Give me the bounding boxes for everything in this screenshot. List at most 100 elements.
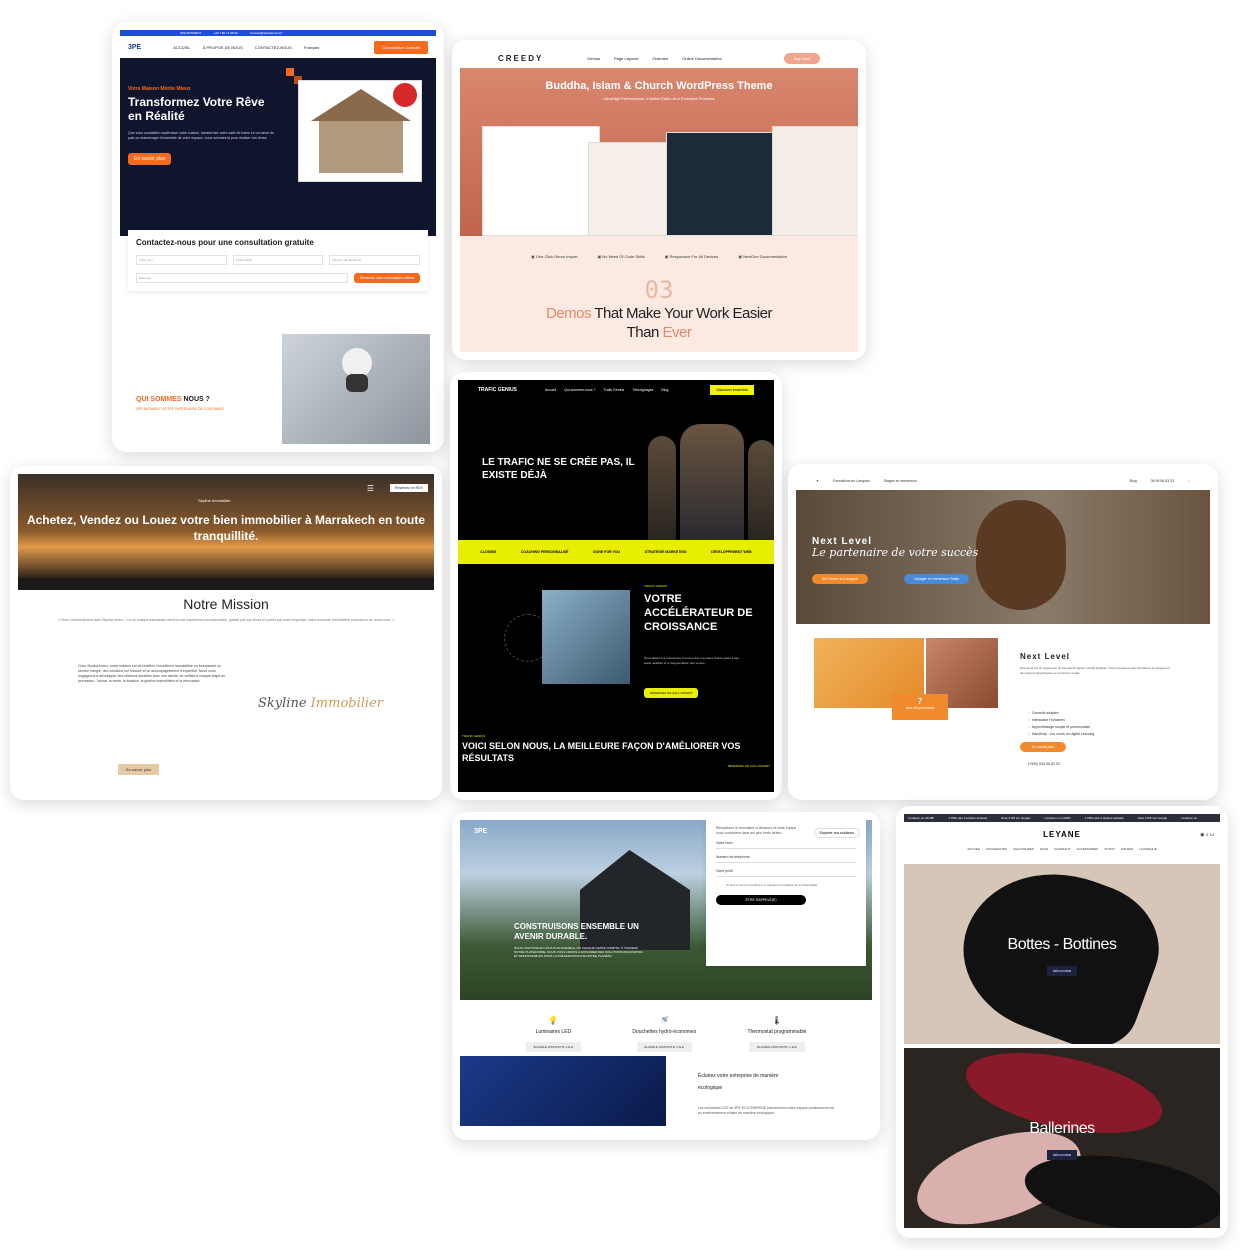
discover-button[interactable]: DÉCOUVRIR (1046, 1150, 1078, 1160)
shop-header: LEYANE ◉ ⌕ ⊔ ACCUEIL NOUVEAUTÉS CHAUSSUR… (904, 822, 1220, 864)
hero-text: NOUS CROYONS EN UN FUTUR DURABLE, OÙ CHA… (514, 946, 643, 958)
about-title-rest: NOUS ? (183, 396, 210, 403)
menu-icon[interactable]: ☰ (367, 484, 374, 493)
discuss-button[interactable]: Discutons ensemble (710, 385, 754, 395)
search-icon[interactable]: ⌕ (1206, 832, 1209, 838)
nav-item-testimonials[interactable]: Témoignages (632, 388, 653, 392)
callback-button[interactable]: ÊTRE RAPPELÉ(E) (716, 895, 806, 905)
main-nav: ✦ Formations en Langues Stages en Immers… (796, 472, 1210, 490)
about-title: QUI SOMMES NOUS ? (136, 396, 224, 403)
next-level-card[interactable]: ✦ Formations en Langues Stages en Immers… (788, 464, 1218, 800)
boots-banner[interactable]: Bottes - Bottines DÉCOUVRIR (904, 864, 1220, 1044)
nav-item-languages[interactable]: Formations en Langues (833, 479, 870, 483)
phone-number[interactable]: (+590) 690 56 83 33 (1028, 762, 1060, 766)
creedy-theme-card[interactable]: CREEDY Demos Page Layouts Features Onlin… (452, 40, 866, 360)
lamp-photo (460, 1056, 666, 1126)
nav-item-about[interactable]: À PROPOS DE NOUS (203, 45, 243, 50)
ticker-item: 1 Offre dès 3 articles achetés (948, 816, 988, 820)
nav-item-about[interactable]: Qui sommes-nous ? (564, 388, 595, 392)
feature-item: One Click Demo Import (531, 254, 578, 259)
creedy-screen: CREEDY Demos Page Layouts Features Onlin… (460, 48, 858, 352)
eligibility-button[interactable]: ÉLIGIBLE DISPOSITIF C.E.E (525, 1042, 582, 1052)
language-select[interactable]: Français (304, 45, 319, 50)
logo[interactable]: LEYANE (904, 822, 1220, 839)
menu-item[interactable]: OUTFIT (1104, 847, 1115, 851)
about-subtitle: 3PE BATIMENT VOTRE PARTENAIRE DE CONFIAN… (136, 407, 225, 411)
nav-item-blog[interactable]: Blog (661, 388, 668, 392)
menu-item[interactable]: SACS (1040, 847, 1048, 851)
nav-item-features[interactable]: Features (652, 56, 668, 61)
logo[interactable]: TRAFIC GENIUS (478, 387, 517, 393)
logo[interactable]: CREEDY (498, 54, 543, 63)
profile-select[interactable]: Votre profil (716, 863, 856, 877)
logo[interactable]: 3PE (128, 44, 141, 51)
discover-button[interactable]: DÉCOUVRIR (1046, 966, 1078, 976)
read-more-button[interactable]: En savoir plus (118, 764, 160, 775)
consultation-button[interactable]: Consultation Gratuite (374, 40, 428, 54)
about-section: QUI SOMMES NOUS ? 3PE BATIMENT VOTRE PAR… (136, 396, 224, 411)
nav-phone[interactable]: 06 95 56 83 33 (1151, 479, 1174, 483)
submit-button[interactable]: Réservez votre consultation offerte (353, 273, 420, 283)
demos-text: That Make Your Work Easier (594, 305, 773, 322)
buy-now-button[interactable]: Buy Now (783, 52, 820, 64)
name-field[interactable]: Votre nom (136, 255, 227, 265)
logo[interactable]: 3PE (474, 828, 487, 835)
nav-item-immersion[interactable]: Stages en Immersion (884, 479, 917, 483)
menu-item[interactable]: SOLDES (1121, 847, 1133, 851)
phone-field[interactable]: Numéro de téléphone (329, 255, 421, 265)
menu-item[interactable]: ACCESSOIRES (1077, 847, 1099, 851)
learn-more-button[interactable]: En savoir plus (128, 153, 172, 165)
section-title-line: Éclairez votre entreprise de manière (698, 1073, 779, 1079)
explore-button[interactable]: Explorer nos solutions (813, 828, 860, 838)
menu-item[interactable]: LA MARQUE (1139, 847, 1157, 851)
footer-cta[interactable]: RÉSERVEZ UN CALL OFFERT (462, 764, 770, 768)
feature-item: Responsive For All Devices (665, 254, 719, 259)
skyline-immo-card[interactable]: Skyline Immobilier ☰ Réservez en RDV Ach… (10, 466, 442, 800)
menu-item[interactable]: NOUVEAUTÉS (986, 847, 1007, 851)
demo-mockup (588, 142, 678, 236)
renovation-site-card[interactable]: 3PE BATIMENT +33 7 80 71 55 90 Contact@3… (112, 22, 444, 452)
menu-item[interactable]: ACCUEIL (967, 847, 980, 851)
services-band: CLOSING COACHING PERSONNALISÉ DONE FOR Y… (458, 540, 774, 564)
list-item: Apprentissage souple et personnalisé (1028, 724, 1094, 731)
leyane-shop-card[interactable]: Livraison en 24/48h 1 Offre dès 3 articl… (896, 806, 1228, 1238)
nav-item-layouts[interactable]: Page Layouts (614, 56, 638, 61)
company-name: 3PE BATIMENT (180, 31, 202, 35)
nav-item-home[interactable]: Accueil (545, 388, 556, 392)
phone-field[interactable]: Numéro de telephone (716, 849, 856, 863)
nav-item-genius[interactable]: Trafic Genius (604, 388, 625, 392)
guarantee-badge (393, 83, 417, 107)
section-text: Les luminaires LED de 3PE ECO ÉNERGIE tr… (698, 1106, 835, 1115)
book-call-button[interactable]: RÉSERVEZ UN CALL OFFERT (644, 688, 699, 698)
nav-item-contact[interactable]: CONTACTEZ-NOUS (255, 45, 292, 50)
logo-icon[interactable]: ✦ (816, 479, 819, 483)
message-field[interactable]: Message (136, 273, 348, 283)
main-nav: 3PE ACCUEIL À PROPOS DE NOUS CONTACTEZ-N… (120, 36, 436, 58)
immersion-button[interactable]: Voyager en Immersion Totale (904, 574, 970, 584)
trafic-genius-card[interactable]: TRAFIC GENIUS Accueil Qui sommes-nous ? … (450, 372, 782, 800)
user-icon[interactable]: ◉ (1200, 832, 1204, 838)
postal-field[interactable]: Code postal (232, 255, 324, 265)
eco-energie-card[interactable]: 3PE CONSTRUISONS ENSEMBLE UN AVENIR DURA… (452, 812, 880, 1140)
nav-item-home[interactable]: ACCUEIL (173, 45, 190, 50)
consent-checkbox[interactable]: Je suis lu par les conditions et j'accep… (716, 883, 856, 887)
nav-item-docs[interactable]: Online Documentation (682, 56, 722, 61)
email: Contact@3pebatiment.fr (249, 31, 283, 35)
menu-item[interactable]: CHAPEAUX (1054, 847, 1071, 851)
appointment-button[interactable]: Réservez en RDV (389, 484, 428, 492)
nav-item-blog[interactable]: Blog (1130, 479, 1137, 483)
languages-button[interactable]: Se Former en Langues (812, 574, 868, 584)
learn-more-button[interactable]: En savoir plus (1020, 742, 1066, 752)
search-icon[interactable]: ⌕ (1188, 479, 1190, 483)
eligibility-button[interactable]: ÉLIGIBLE DISPOSITIF C.E.E (749, 1042, 805, 1052)
ballerinas-banner[interactable]: Ballerines DÉCOUVRIR (904, 1048, 1220, 1228)
eligibility-button[interactable]: ÉLIGIBLE DISPOSITIF C.E.E (636, 1042, 693, 1052)
feature-list: One Click Demo Import No Need Of Code Sk… (460, 236, 858, 276)
hero: LE TRAFIC NE SE CRÉE PAS, IL EXISTE DÉJÀ (458, 400, 774, 540)
cart-icon[interactable]: ⊔ (1210, 832, 1214, 838)
nav-item-demos[interactable]: Demos (587, 56, 600, 61)
callback-form: Remplissez le formulaire ci-dessous et n… (706, 820, 866, 966)
product-name: Thermostat programmable (747, 1029, 807, 1035)
menu-item[interactable]: CHAUSSURES (1013, 847, 1034, 851)
demo-mockup (482, 126, 600, 236)
